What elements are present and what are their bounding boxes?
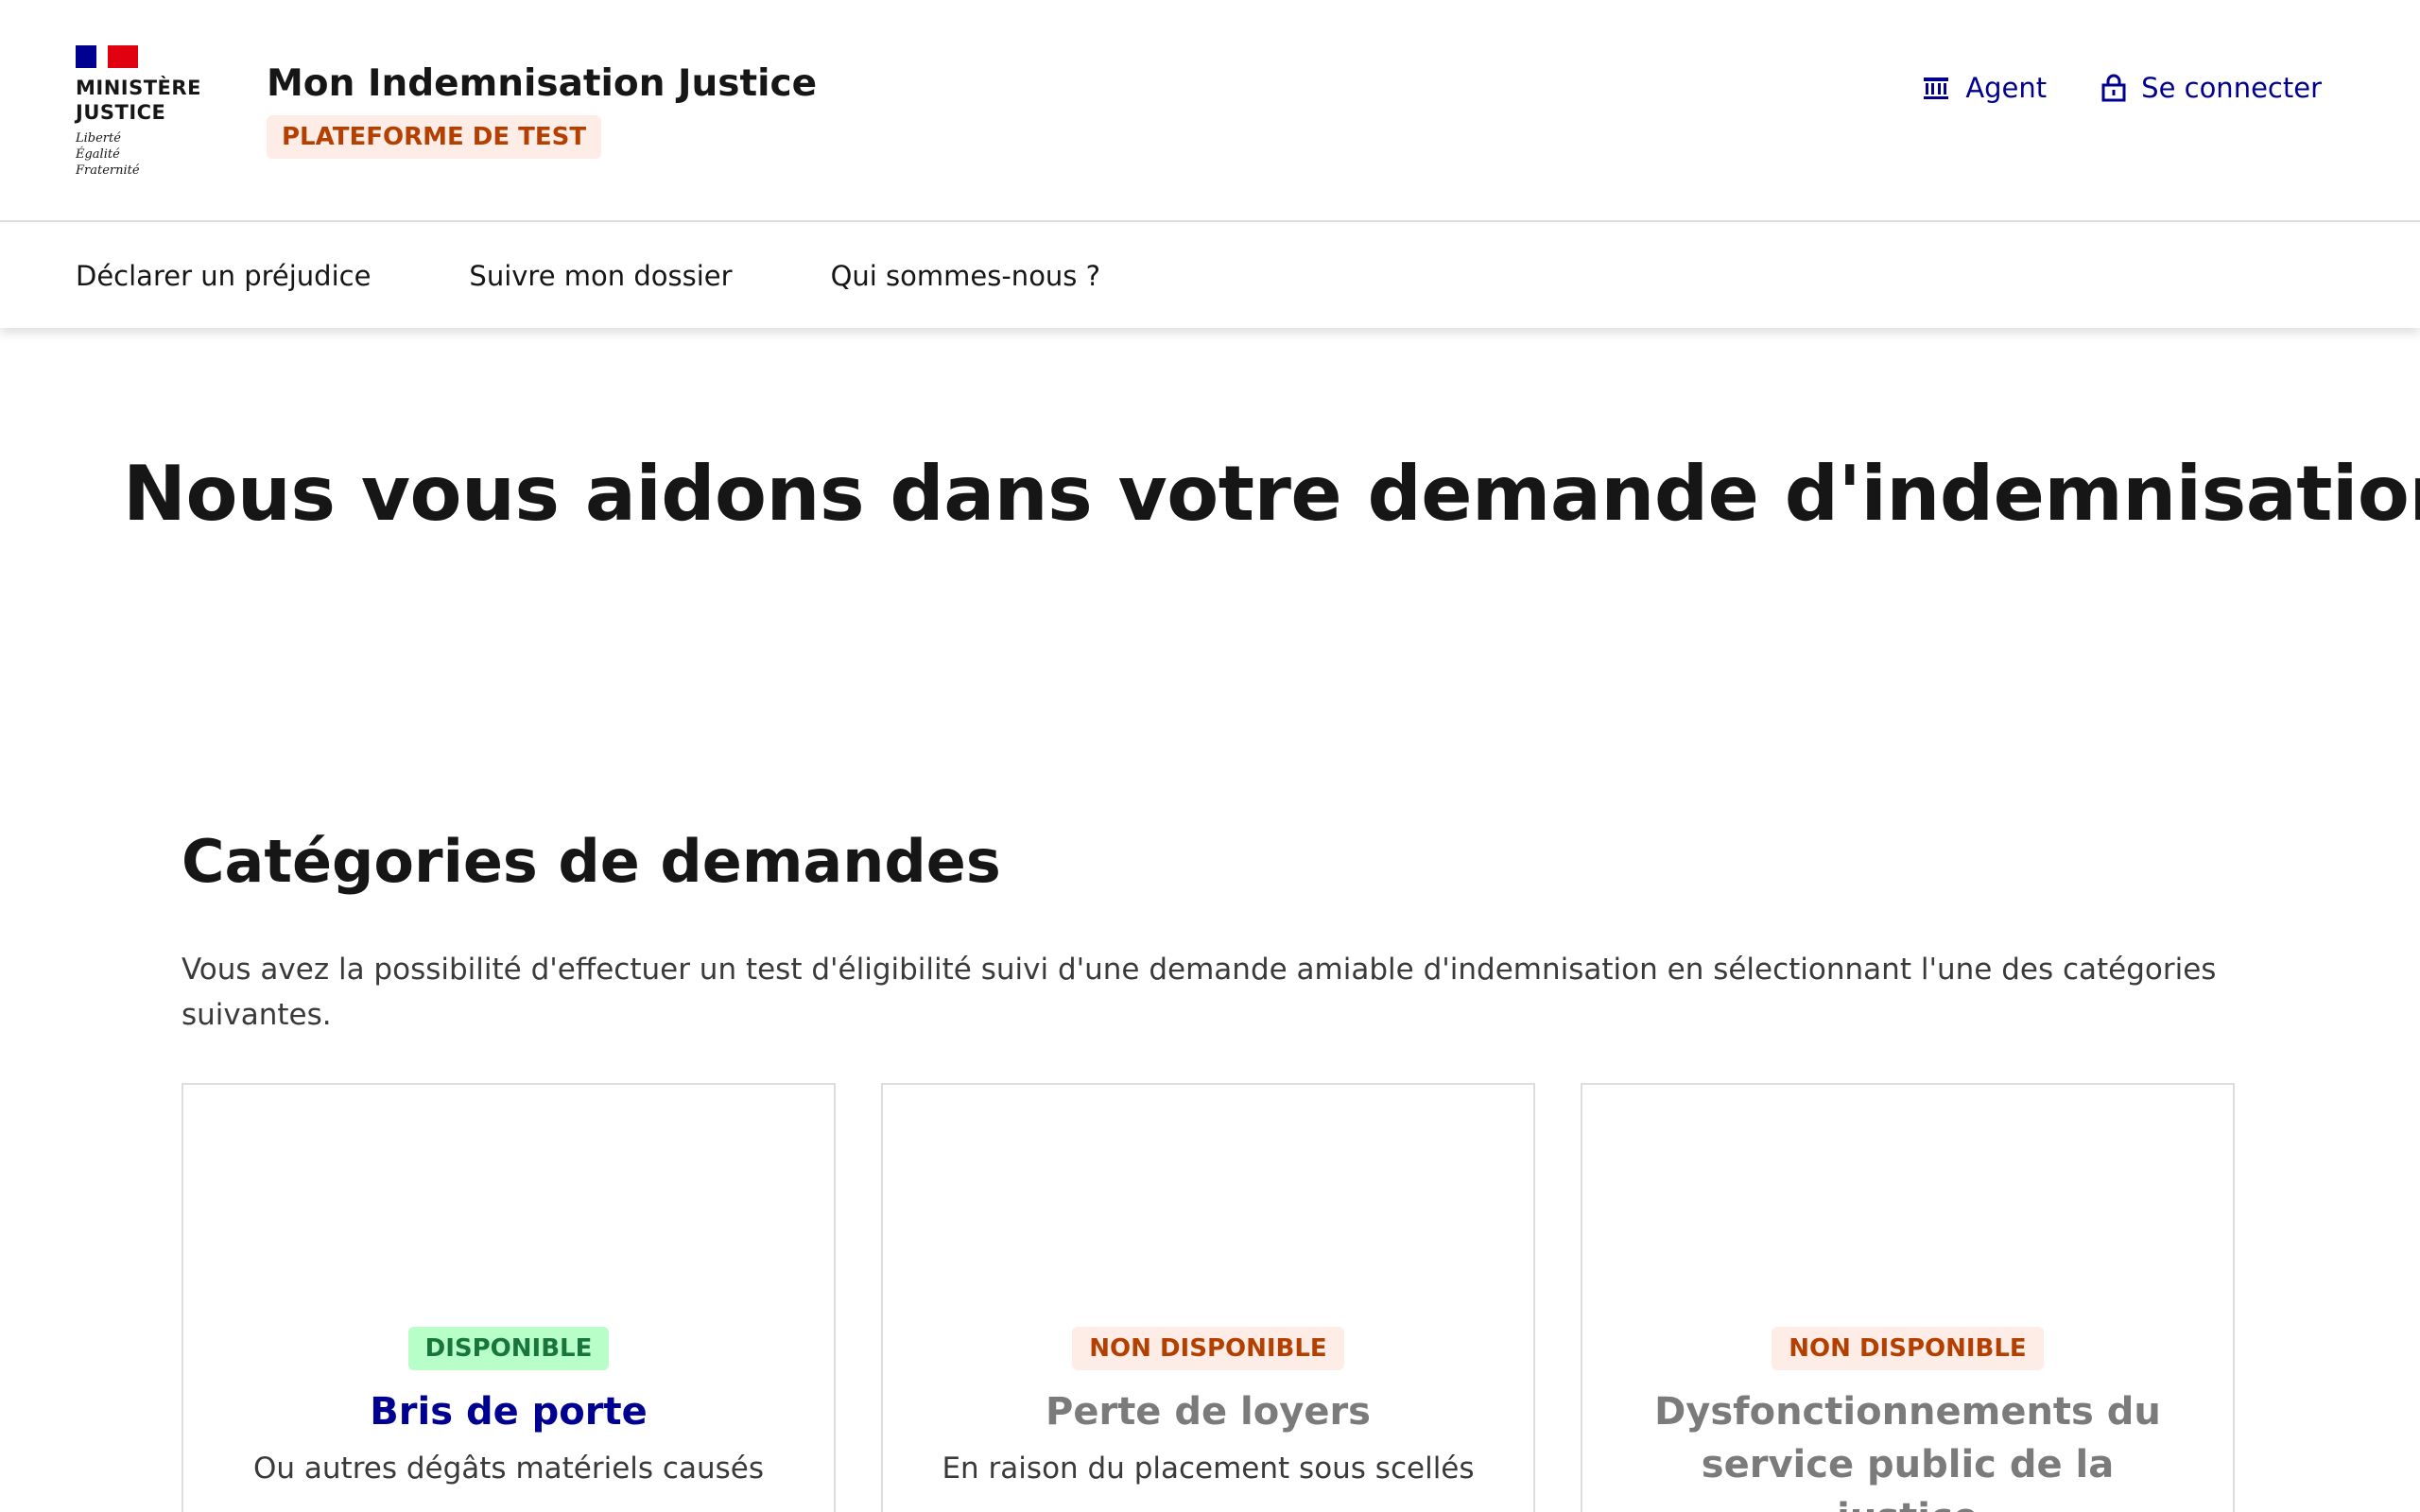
- nav-item-suivre-dossier[interactable]: Suivre mon dossier: [469, 260, 732, 292]
- ministere-logo[interactable]: Ministère Justice Liberté Égalité Frater…: [76, 45, 208, 179]
- republic-motto: Liberté Égalité Fraternité: [76, 131, 140, 178]
- marianne-flag-icon: [76, 45, 138, 68]
- agent-label: Agent: [1965, 72, 2048, 104]
- service-title[interactable]: Mon Indemnisation Justice: [267, 60, 817, 108]
- nav-item-qui-sommes-nous[interactable]: Qui sommes-nous ?: [831, 260, 1100, 292]
- login-link[interactable]: Se connecter: [2101, 72, 2322, 104]
- main-navigation: Déclarer un préjudice Suivre mon dossier…: [0, 224, 2420, 328]
- card-title[interactable]: Bris de porte: [313, 1385, 703, 1438]
- status-badge: DISPONIBLE: [407, 1327, 610, 1370]
- category-card-perte-de-loyers: NON DISPONIBLE Perte de loyers En raison…: [881, 1083, 1535, 1512]
- category-card-dysfonctionnements: NON DISPONIBLE Dysfonctionnements du ser…: [1581, 1083, 2235, 1512]
- card-description: En raison du placement sous scellés: [942, 1452, 1475, 1486]
- category-card-bris-de-porte[interactable]: DISPONIBLE Bris de porte Ou autres dégât…: [182, 1083, 836, 1512]
- service-title-block: Mon Indemnisation Justice PLATEFORME DE …: [267, 60, 817, 159]
- card-description: Ou autres dégâts matériels causés: [253, 1452, 764, 1486]
- header-tools: Agent Se connecter: [1922, 72, 2322, 104]
- agent-link[interactable]: Agent: [1922, 72, 2047, 104]
- lock-icon: [2101, 74, 2126, 102]
- test-platform-badge: PLATEFORME DE TEST: [267, 115, 602, 159]
- page-title: Nous vous aidons dans votre demande d'in…: [123, 450, 2420, 538]
- site-header: Ministère Justice Liberté Égalité Frater…: [0, 0, 2420, 222]
- category-cards: DISPONIBLE Bris de porte Ou autres dégât…: [182, 1083, 2235, 1512]
- card-title: Dysfonctionnements du service public de …: [1654, 1390, 2161, 1512]
- status-badge: NON DISPONIBLE: [1772, 1327, 2044, 1370]
- categories-title: Catégories de demandes: [182, 827, 1001, 896]
- government-building-icon: [1922, 75, 1950, 101]
- login-label: Se connecter: [2141, 72, 2322, 104]
- card-title: Perte de loyers: [1046, 1390, 1371, 1434]
- ministere-name: Ministère Justice: [76, 77, 201, 124]
- categories-description: Vous avez la possibilité d'effectuer un …: [182, 953, 2217, 1032]
- nav-item-declarer-prejudice[interactable]: Déclarer un préjudice: [76, 260, 371, 292]
- status-badge: NON DISPONIBLE: [1072, 1327, 1344, 1370]
